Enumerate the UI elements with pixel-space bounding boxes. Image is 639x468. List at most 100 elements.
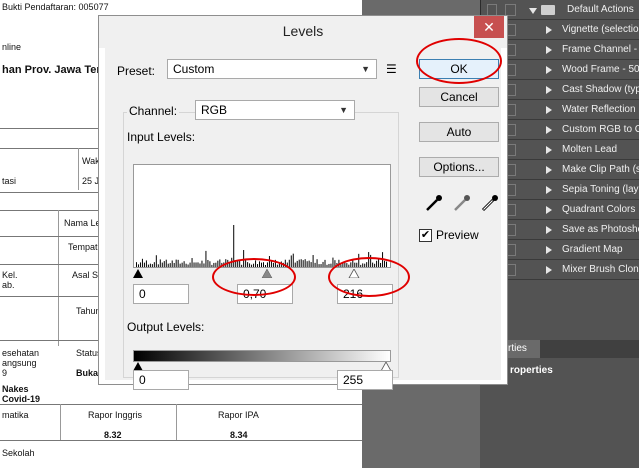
histogram-bar	[173, 262, 175, 267]
auto-button[interactable]: Auto	[419, 122, 499, 142]
doc-text: 9	[2, 368, 8, 378]
histogram-bar	[300, 259, 302, 267]
histogram-bar	[183, 261, 185, 267]
preset-options-icon[interactable]: ☰	[386, 62, 397, 76]
histogram-bar	[177, 259, 179, 267]
white-eyedropper-icon[interactable]	[479, 192, 501, 214]
chevron-right-icon[interactable]	[546, 106, 552, 114]
properties-title: roperties	[510, 365, 553, 376]
histogram-bar	[181, 262, 183, 267]
action-item-label: Molten Lead	[562, 144, 618, 155]
histogram-bar	[187, 264, 189, 267]
close-icon: ✕	[483, 19, 495, 35]
histogram-bar	[147, 264, 149, 267]
black-eyedropper-icon[interactable]	[423, 192, 445, 214]
histogram-bar	[298, 259, 300, 267]
preview-checkbox[interactable]: ✔	[419, 229, 432, 242]
doc-text: Nakes	[2, 384, 29, 394]
chevron-right-icon[interactable]	[546, 166, 552, 174]
histogram-bar	[139, 262, 141, 267]
preview-label: Preview	[436, 228, 479, 242]
histogram-bar	[195, 262, 197, 267]
action-item-label: Wood Frame - 50	[562, 64, 639, 75]
preset-select[interactable]: Custom ▼	[167, 59, 377, 79]
histogram-bar	[151, 264, 153, 267]
options-button[interactable]: Options...	[419, 157, 499, 177]
channel-value: RGB	[201, 103, 228, 117]
doc-text: 8.34	[230, 430, 248, 440]
chevron-right-icon[interactable]	[546, 66, 552, 74]
histogram-bar	[193, 262, 195, 267]
histogram-bar	[135, 262, 137, 267]
chevron-down-icon[interactable]	[529, 8, 537, 14]
doc-rule	[0, 236, 98, 237]
histogram-bar	[201, 260, 203, 267]
close-button[interactable]: ✕	[474, 16, 504, 38]
histogram-bar	[153, 262, 155, 267]
histogram-bar	[207, 259, 209, 267]
histogram-bar	[312, 255, 314, 267]
folder-icon	[541, 5, 555, 15]
action-item-label: Cast Shadow (typ	[562, 84, 639, 95]
doc-text: 25 J	[82, 176, 100, 186]
histogram-bar	[163, 261, 165, 267]
histogram-bar	[191, 258, 193, 267]
histogram-bar	[322, 261, 324, 267]
cancel-button[interactable]: Cancel	[419, 87, 499, 107]
histogram-bar	[290, 255, 292, 267]
histogram-bar	[141, 258, 143, 267]
dialog-body: Preset: Custom ▼ ☰ Channel: RGB ▼ Input …	[105, 48, 501, 390]
chevron-right-icon[interactable]	[546, 26, 552, 34]
channel-label: Channel:	[127, 104, 180, 118]
chevron-right-icon[interactable]	[546, 86, 552, 94]
doc-rule	[0, 440, 362, 441]
histogram-bar	[179, 263, 181, 267]
action-set-label: Default Actions	[567, 4, 634, 15]
histogram-bar	[314, 262, 316, 267]
chevron-right-icon[interactable]	[546, 146, 552, 154]
doc-text: angsung	[2, 358, 37, 368]
histogram-bar	[320, 264, 322, 267]
dialog-title: Levels	[282, 23, 324, 39]
histogram	[133, 164, 391, 268]
histogram-bar	[167, 263, 169, 267]
chevron-right-icon[interactable]	[546, 226, 552, 234]
doc-rule	[58, 210, 59, 346]
chevron-right-icon[interactable]	[546, 126, 552, 134]
histogram-bar	[306, 261, 308, 267]
output-white-field[interactable]: 255	[337, 370, 393, 390]
histogram-bar	[137, 264, 139, 267]
histogram-bar	[155, 255, 157, 267]
histogram-bar	[292, 253, 294, 267]
doc-text: Tempat	[68, 242, 98, 252]
histogram-bar	[215, 262, 217, 267]
annotation-ring	[212, 258, 296, 296]
chevron-right-icon[interactable]	[546, 46, 552, 54]
chevron-right-icon[interactable]	[546, 246, 552, 254]
channel-select[interactable]: RGB ▼	[195, 100, 355, 120]
doc-text: esehatan	[2, 348, 40, 358]
histogram-bar	[185, 263, 187, 267]
histogram-bar	[205, 250, 207, 267]
chevron-right-icon[interactable]	[546, 206, 552, 214]
doc-text: Rapor Inggris	[88, 410, 143, 420]
histogram-bar	[199, 263, 201, 267]
annotation-ring	[416, 38, 502, 84]
action-item-label: Mixer Brush Cloni	[562, 264, 639, 275]
histogram-bar	[296, 260, 298, 267]
chevron-right-icon[interactable]	[546, 186, 552, 194]
input-black-thumb[interactable]	[133, 269, 143, 278]
doc-text: matika	[2, 410, 29, 420]
histogram-bar	[316, 259, 318, 267]
action-item-label: Save as Photosho	[562, 224, 639, 235]
histogram-bar	[175, 259, 177, 267]
doc-text: 8.32	[104, 430, 122, 440]
action-item-label: Sepia Toning (lay	[562, 184, 639, 195]
input-black-field[interactable]: 0	[133, 284, 189, 304]
gray-eyedropper-icon[interactable]	[451, 192, 473, 214]
chevron-right-icon[interactable]	[546, 266, 552, 274]
doc-text: tasi	[2, 176, 17, 186]
output-black-field[interactable]: 0	[133, 370, 189, 390]
histogram-bar	[159, 259, 161, 267]
histogram-bar	[324, 259, 326, 267]
